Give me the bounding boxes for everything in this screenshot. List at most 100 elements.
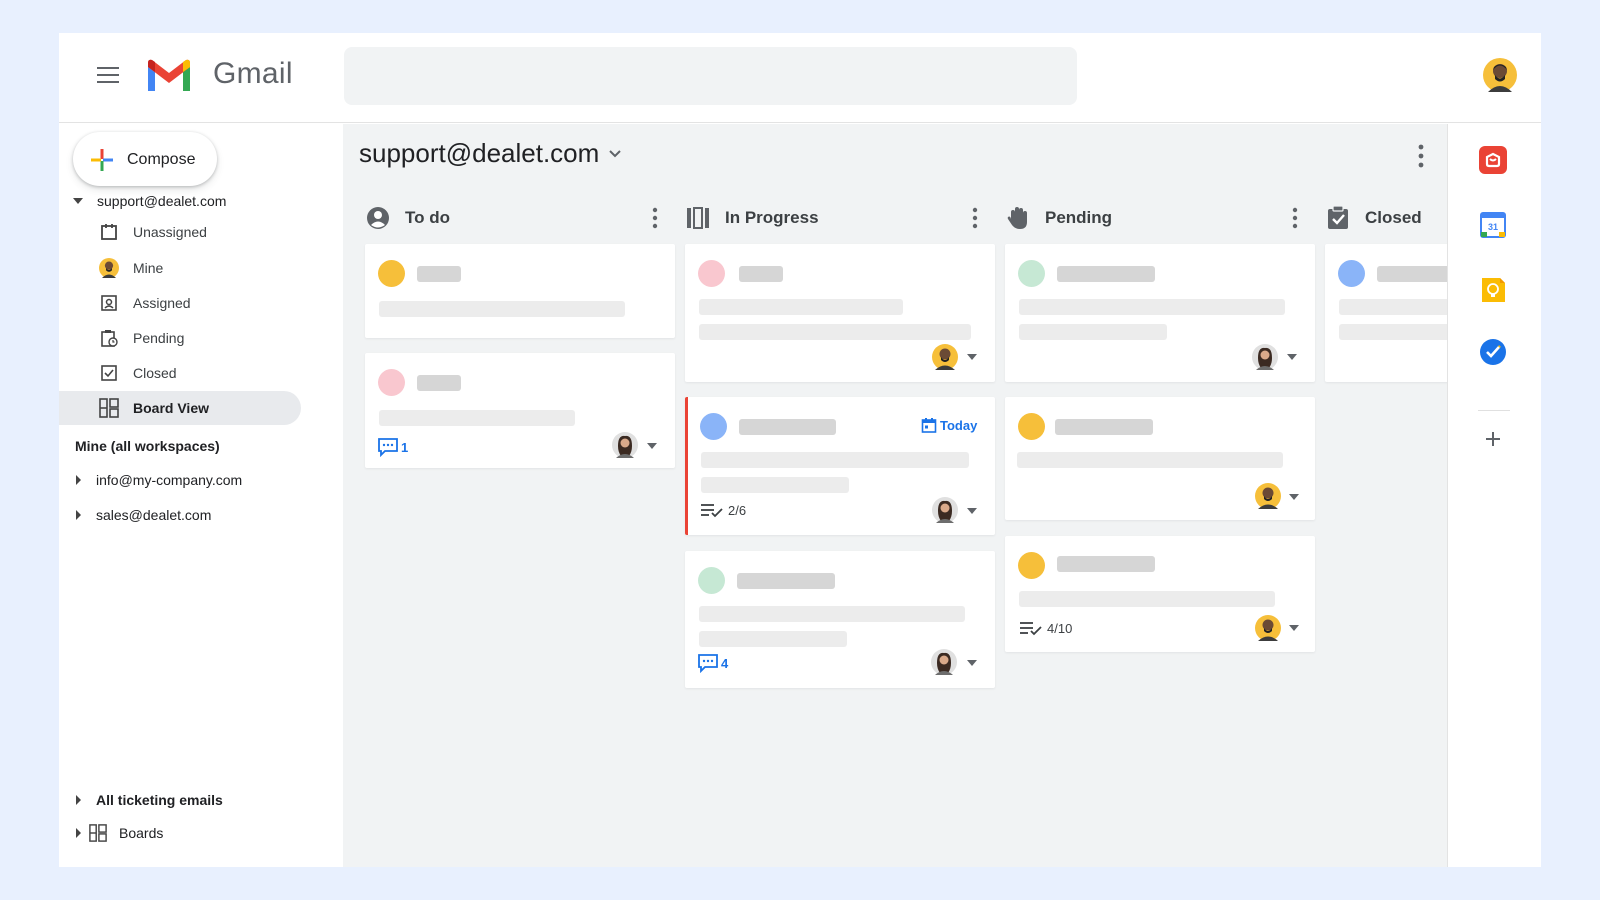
column-title: Closed [1365,208,1422,227]
assignee-dropdown-icon[interactable] [967,354,977,360]
assignee-dropdown-icon[interactable] [1289,625,1299,631]
placeholder-bar [699,606,965,622]
checklist-progress: 2/6 [700,502,746,518]
account-label: sales@dealet.com [96,507,212,523]
expand-caret-icon [76,795,81,805]
compose-button[interactable]: Compose [73,132,217,186]
placeholder-bar [417,375,461,391]
board-column-in-progress: In Progress Today 2/6 4 [685,124,995,867]
column-header: Closed [1325,202,1447,234]
account-label: support@dealet.com [97,193,227,209]
section-mine-all-workspaces[interactable]: Mine (all workspaces) [75,438,220,454]
search-bar[interactable] [344,47,1077,105]
status-dot [1338,260,1365,287]
all-ticketing-emails-toggle[interactable]: All ticketing emails [73,788,223,812]
account-avatar[interactable] [1483,58,1517,92]
checkbox-checked-icon [1328,205,1348,229]
placeholder-bar [379,301,625,317]
assignee-dropdown-icon[interactable] [1287,354,1297,360]
placeholder-bar [1019,324,1167,340]
placeholder-bar [1019,299,1285,315]
sidebar-item-assigned[interactable]: Assigned [59,286,301,320]
gmail-logo-icon[interactable] [145,57,193,93]
sidebar-item-label: Closed [133,365,177,381]
column-menu-icon[interactable] [1291,206,1299,230]
assignee-dropdown-icon[interactable] [1289,494,1299,500]
status-dot [1018,260,1045,287]
board-grid-icon [89,824,107,842]
assignee-avatar[interactable] [1255,483,1281,509]
placeholder-bar [1339,324,1447,340]
expand-caret-icon [76,475,81,485]
comment-icon [378,438,398,457]
board-column-pending: Pending 4/10 [1005,124,1315,867]
account-sales-toggle[interactable]: sales@dealet.com [73,503,211,527]
ticket-card[interactable] [685,244,995,382]
account-info-toggle[interactable]: info@my-company.com [73,468,242,492]
assignee-avatar[interactable] [931,649,957,675]
status-dot [698,567,725,594]
calendar-icon[interactable]: 31 [1478,210,1508,240]
ticket-card-flagged[interactable]: Today 2/6 [685,397,995,535]
ticket-card[interactable]: 4/10 [1005,536,1315,652]
add-icon[interactable] [1478,424,1508,454]
placeholder-bar [739,419,836,435]
board-area: support@dealet.com To do 1 In Progress T… [343,124,1447,867]
status-dot [378,369,405,396]
sidebar-item-board-view[interactable]: Board View [59,391,301,425]
assignee-avatar[interactable] [932,497,958,523]
column-menu-icon[interactable] [651,206,659,230]
side-apps-rail: 31 [1447,124,1541,867]
placeholder-bar [701,452,969,468]
placeholder-bar [1055,419,1153,435]
column-title: In Progress [725,208,819,227]
column-menu-icon[interactable] [971,206,979,230]
svg-text:31: 31 [1488,222,1498,232]
hand-icon [1007,207,1027,229]
sidebar-item-label: Board View [133,400,209,416]
board-grid-icon [99,398,119,418]
assignee-dropdown-icon[interactable] [967,508,977,514]
compose-plus-icon [91,149,113,171]
column-header: Pending [1005,202,1315,234]
ticket-card[interactable] [365,244,675,338]
ticket-card[interactable]: 4 [685,551,995,688]
placeholder-bar [737,573,835,589]
sidebar-item-closed[interactable]: Closed [59,356,301,390]
comment-count: 1 [377,437,408,457]
column-header: To do [365,202,675,234]
sidebar-item-mine[interactable]: Mine [59,251,301,285]
checkbox-icon [99,363,119,383]
placeholder-bar [699,299,903,315]
ticket-card[interactable] [1005,244,1315,382]
sidebar-item-label: Pending [133,330,185,346]
assignee-avatar[interactable] [1252,344,1278,370]
due-date-badge: Today [921,417,977,433]
placeholder-bar [739,266,783,282]
tasks-icon[interactable] [1478,337,1508,367]
ticket-card[interactable]: 1 [365,353,675,468]
board-column-todo: To do 1 [365,124,675,867]
rail-divider [1478,410,1510,411]
account-support-toggle[interactable]: support@dealet.com [73,189,226,213]
keep-icon[interactable] [1478,275,1508,305]
sidebar-item-unassigned[interactable]: Unassigned [59,215,301,249]
expand-caret-icon [76,828,81,838]
dealet-icon[interactable] [1478,145,1508,175]
ticket-card[interactable] [1325,244,1447,382]
main-menu-icon[interactable] [97,67,119,83]
expand-caret-icon [76,510,81,520]
assignee-avatar[interactable] [612,432,638,458]
assignee-avatar[interactable] [932,344,958,370]
sidebar-item-pending[interactable]: Pending [59,321,301,355]
assignee-avatar[interactable] [1255,615,1281,641]
ticket-card[interactable] [1005,397,1315,520]
boards-toggle[interactable]: Boards [73,821,163,845]
placeholder-bar [1377,266,1447,282]
comment-count: 4 [697,653,728,673]
assigned-badge-icon [99,293,119,313]
assignee-dropdown-icon[interactable] [647,443,657,449]
assignee-dropdown-icon[interactable] [967,660,977,666]
placeholder-bar [701,477,849,493]
columns-icon [687,207,709,229]
